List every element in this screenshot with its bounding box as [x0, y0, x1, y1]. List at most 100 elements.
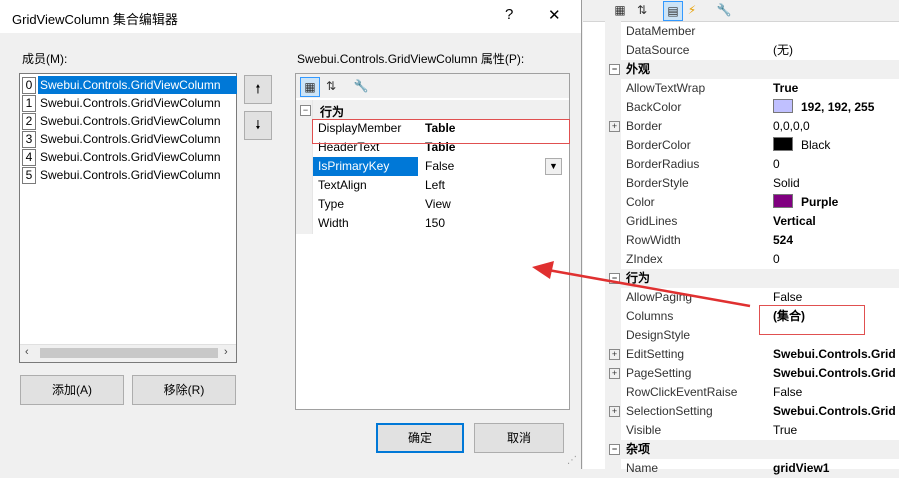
property-value-text: (无) — [773, 43, 793, 57]
property-row-type[interactable]: Type View — [313, 195, 564, 214]
arrow-up-icon: 🠕 — [255, 82, 261, 96]
property-name: BorderStyle — [626, 176, 689, 190]
members-label: 成员(M): — [22, 52, 68, 66]
property-name: BorderRadius — [626, 157, 700, 171]
property-name: Border — [626, 119, 663, 133]
collapse-icon[interactable]: − — [609, 444, 620, 455]
property-value: View — [425, 197, 451, 211]
expand-icon[interactable]: + — [609, 368, 620, 379]
member-grid-gutter — [296, 100, 312, 234]
category-row[interactable]: − 外观 — [605, 60, 899, 79]
highlight-box-columns — [759, 305, 865, 335]
property-value-text: False — [773, 385, 803, 399]
expand-icon[interactable]: + — [609, 349, 620, 360]
property-row-bordercolor[interactable]: BorderColor Black — [605, 136, 899, 155]
category-row[interactable]: − 杂项 — [605, 440, 899, 459]
events-icon[interactable]: ⚡ — [683, 1, 701, 19]
property-row-visible[interactable]: Visible True — [605, 421, 899, 440]
property-name: DataSource — [626, 43, 690, 57]
move-up-button[interactable]: 🠕 — [244, 75, 272, 104]
alphabetical-icon[interactable]: ⇅ — [633, 1, 651, 19]
list-item-index: 3 — [22, 131, 36, 148]
property-name: BackColor — [626, 100, 682, 114]
resize-grip-icon[interactable]: ⋰ — [567, 455, 577, 466]
list-item-label: Swebui.Controls.GridViewColumn — [40, 150, 221, 164]
property-row-border[interactable]: + Border 0,0,0,0 — [605, 117, 899, 136]
expand-icon[interactable]: + — [609, 121, 620, 132]
collapse-icon[interactable]: − — [300, 105, 311, 116]
list-item[interactable]: 5 Swebui.Controls.GridViewColumn — [21, 166, 236, 184]
ok-button[interactable]: 确定 — [376, 423, 464, 453]
close-button[interactable]: ✕ — [548, 6, 561, 24]
property-value-text: gridView1 — [773, 461, 830, 475]
categorized-icon[interactable]: ▦ — [611, 1, 629, 19]
expand-icon[interactable]: + — [609, 406, 620, 417]
property-row-editsetting[interactable]: + EditSetting Swebui.Controls.Grid — [605, 345, 899, 364]
property-value: False — [425, 159, 455, 173]
list-item[interactable]: 4 Swebui.Controls.GridViewColumn — [21, 148, 236, 166]
scroll-left-icon[interactable]: ‹ — [25, 346, 29, 358]
property-value-text: True — [773, 81, 799, 95]
property-value-text: Swebui.Controls.Grid — [773, 366, 896, 380]
list-item[interactable]: 2 Swebui.Controls.GridViewColumn — [21, 112, 236, 130]
property-name: DesignStyle — [626, 328, 691, 342]
property-row-selectionsetting[interactable]: + SelectionSetting Swebui.Controls.Grid — [605, 402, 899, 421]
property-row-rowwidth[interactable]: RowWidth 524 — [605, 231, 899, 250]
property-value: Left — [425, 178, 446, 192]
property-value: Black — [773, 136, 899, 155]
remove-button[interactable]: 移除(R) — [132, 375, 236, 405]
alphabetical-icon[interactable]: ⇅ — [322, 77, 340, 95]
property-row-rowclickeventraise[interactable]: RowClickEventRaise False — [605, 383, 899, 402]
cancel-button[interactable]: 取消 — [474, 423, 564, 453]
property-value: 192, 192, 255 — [773, 98, 899, 117]
scroll-thumb[interactable] — [40, 348, 218, 358]
list-item-label: Swebui.Controls.GridViewColumn — [38, 76, 237, 94]
categorized-icon[interactable]: ▦ — [300, 77, 320, 97]
property-value-text: Purple — [801, 195, 839, 209]
property-value: True — [773, 79, 899, 98]
category-row[interactable]: − 行为 — [296, 100, 569, 119]
property-value-text: 0 — [773, 157, 780, 171]
dropdown-arrow-icon[interactable]: ▼ — [545, 158, 562, 175]
property-row-pagesetting[interactable]: + PageSetting Swebui.Controls.Grid — [605, 364, 899, 383]
property-row-datamember[interactable]: DataMember — [605, 22, 899, 41]
title-bar: GridViewColumn 集合编辑器 ? ✕ — [0, 0, 581, 33]
members-list[interactable]: 0 Swebui.Controls.GridViewColumn 1 Swebui.C… — [19, 73, 237, 363]
list-item[interactable]: 3 Swebui.Controls.GridViewColumn — [21, 130, 236, 148]
property-row-allowtextwrap[interactable]: AllowTextWrap True — [605, 79, 899, 98]
scroll-right-icon[interactable]: › — [224, 346, 228, 358]
collection-editor-dialog: GridViewColumn 集合编辑器 ? ✕ 成员(M): 0 Swebui.… — [0, 0, 582, 469]
property-value-text: Swebui.Controls.Grid — [773, 347, 896, 361]
property-row-backcolor[interactable]: BackColor 192, 192, 255 — [605, 98, 899, 117]
add-button[interactable]: 添加(A) — [20, 375, 124, 405]
property-row-borderradius[interactable]: BorderRadius 0 — [605, 155, 899, 174]
list-item[interactable]: 1 Swebui.Controls.GridViewColumn — [21, 94, 236, 112]
wrench-icon[interactable]: 🔧 — [352, 77, 370, 95]
property-row-textalign[interactable]: TextAlign Left — [313, 176, 564, 195]
property-value-text: Vertical — [773, 214, 816, 228]
color-swatch — [773, 194, 793, 208]
property-row-datasource[interactable]: DataSource (无) — [605, 41, 899, 60]
properties-icon[interactable]: ▤ — [663, 1, 683, 21]
wrench-icon[interactable]: 🔧 — [715, 1, 733, 19]
property-value: False — [773, 383, 899, 402]
property-name: Type — [318, 197, 345, 211]
property-row-borderstyle[interactable]: BorderStyle Solid — [605, 174, 899, 193]
help-button[interactable]: ? — [505, 6, 513, 23]
property-name: AllowTextWrap — [626, 81, 706, 95]
collapse-icon[interactable]: − — [609, 64, 620, 75]
property-row-gridlines[interactable]: GridLines Vertical — [605, 212, 899, 231]
move-down-button[interactable]: 🠗 — [244, 111, 272, 140]
property-value: 150 — [425, 216, 446, 230]
list-item-index: 0 — [22, 77, 36, 94]
property-row-color[interactable]: Color Purple — [605, 193, 899, 212]
list-item[interactable]: 0 Swebui.Controls.GridViewColumn — [21, 76, 237, 94]
property-row-isprimarykey[interactable]: ▼ IsPrimaryKey False — [313, 157, 564, 176]
property-row-width[interactable]: Width 150 — [313, 214, 564, 233]
list-item-index: 2 — [22, 113, 36, 130]
highlight-box-displaymember — [312, 119, 570, 144]
property-name: RowWidth — [626, 233, 681, 247]
list-item-index: 4 — [22, 149, 36, 166]
horizontal-scrollbar[interactable]: ‹ › — [20, 344, 236, 362]
category-label: 外观 — [626, 62, 651, 76]
